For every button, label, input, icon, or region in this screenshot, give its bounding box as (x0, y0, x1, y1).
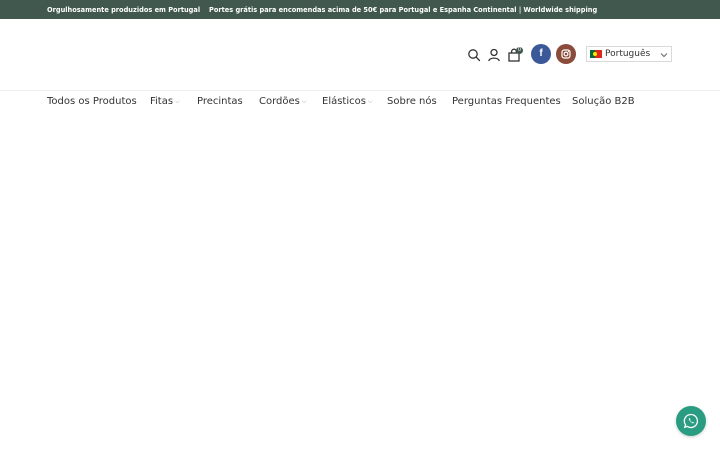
user-icon[interactable] (487, 48, 501, 62)
whatsapp-icon (683, 413, 699, 429)
nav-item-todos-os-produtos[interactable]: Todos os Produtos (47, 96, 137, 107)
nav-item-label: Precintas (197, 96, 243, 107)
header-divider (0, 90, 720, 91)
portugal-flag-icon (590, 50, 602, 58)
nav-item-perguntas-frequentes[interactable]: Perguntas Frequentes (452, 96, 561, 107)
nav-item-precintas[interactable]: Precintas (197, 96, 243, 107)
chevron-down-icon: ⌵ (175, 98, 180, 105)
announcement-left: Orgulhosamente produzidos em Portugal (47, 6, 201, 14)
main-navigation: Todos os Produtos Fitas ⌵ Precintas Cordõ… (0, 96, 720, 110)
announcement-bar: Orgulhosamente produzidos em Portugal Po… (0, 0, 720, 19)
nav-item-sobre-nos[interactable]: Sobre nós (387, 96, 437, 107)
nav-item-solucao-b2b[interactable]: Solução B2B (572, 96, 635, 107)
facebook-icon[interactable]: f (531, 44, 551, 64)
nav-item-label: Todos os Produtos (47, 96, 137, 107)
language-selector[interactable]: Português (586, 46, 672, 62)
nav-item-label: Solução B2B (572, 96, 635, 107)
nav-item-fitas[interactable]: Fitas ⌵ (150, 96, 180, 107)
nav-item-elasticos[interactable]: Elásticos ⌵ (322, 96, 373, 107)
site-header: 0 f Português (0, 19, 720, 91)
announcement-shipping: Portes grátis para encomendas acima de 5… (209, 6, 598, 14)
chevron-down-icon: ⌵ (301, 98, 307, 105)
language-label: Português (605, 49, 651, 59)
search-icon[interactable] (467, 48, 481, 62)
nav-item-label: Elásticos (322, 96, 366, 107)
nav-item-label: Sobre nós (387, 96, 437, 107)
nav-item-cordoes[interactable]: Cordões ⌵ (259, 96, 306, 107)
chevron-down-icon: ⌵ (367, 98, 373, 105)
nav-item-label: Perguntas Frequentes (452, 96, 561, 107)
nav-item-label: Fitas (150, 96, 174, 107)
instagram-icon[interactable] (556, 44, 576, 64)
chevron-down-icon (660, 53, 668, 58)
cart-count-badge: 0 (516, 47, 523, 54)
whatsapp-chat-button[interactable] (676, 406, 706, 436)
nav-item-label: Cordões (259, 96, 300, 107)
